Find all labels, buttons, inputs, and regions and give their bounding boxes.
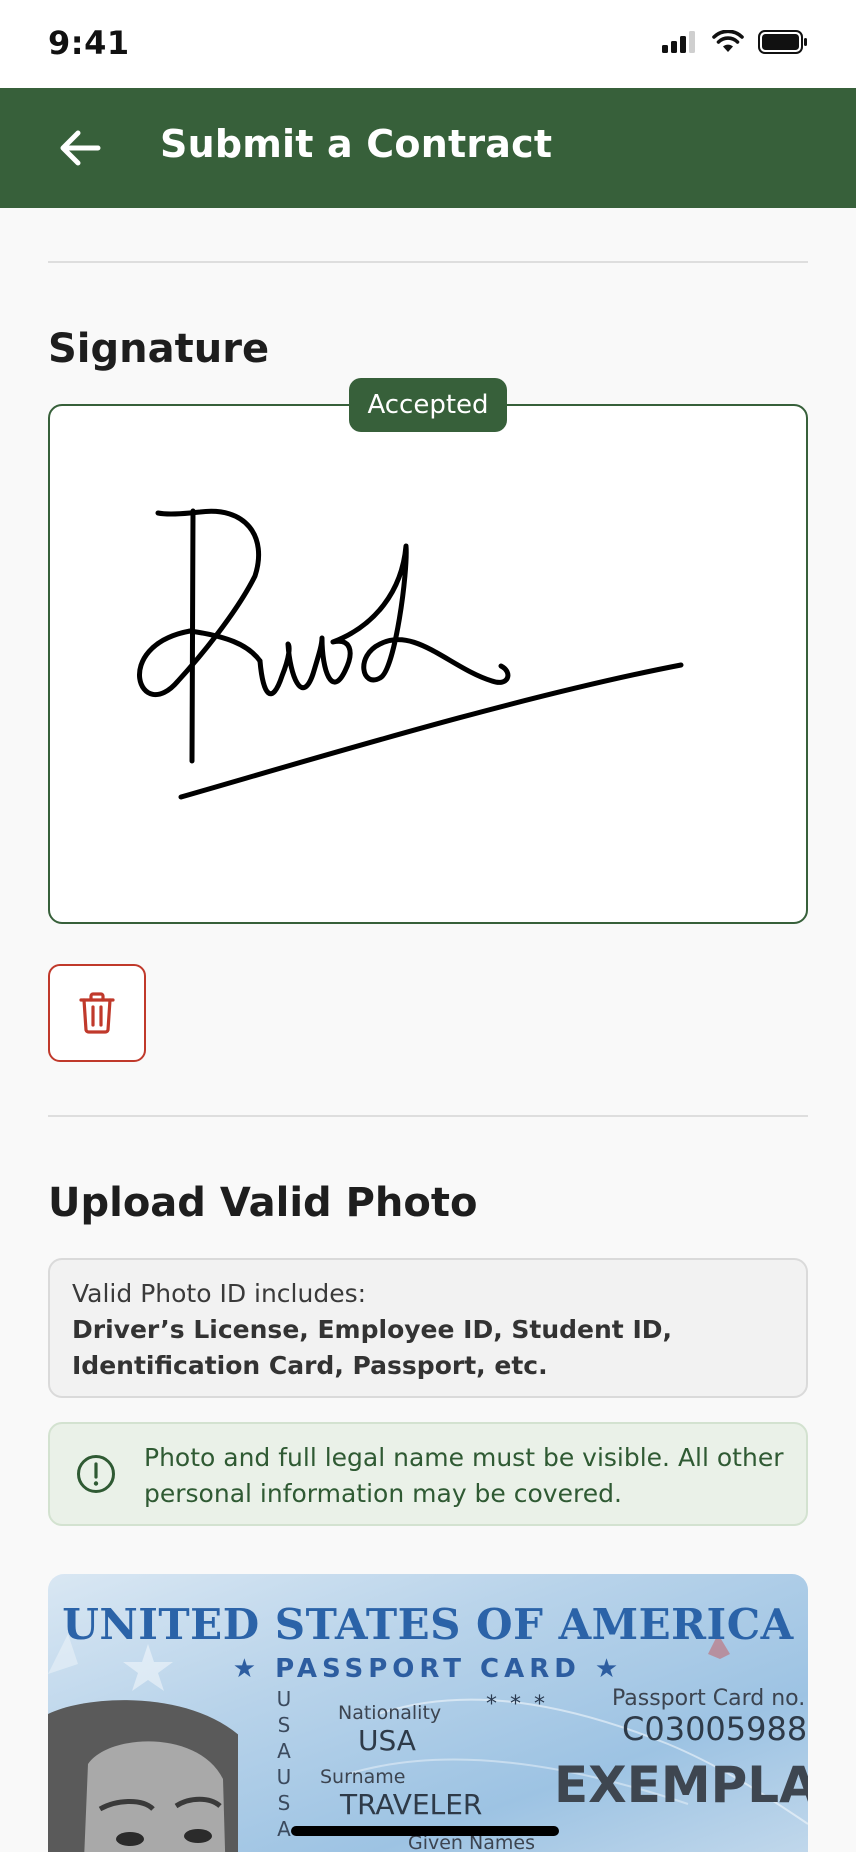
signature-drawing	[137, 508, 684, 800]
status-icons	[662, 30, 808, 54]
back-button[interactable]	[46, 114, 114, 182]
surname-value: TRAVELER	[340, 1788, 483, 1821]
card-number-label: Passport Card no.	[612, 1686, 806, 1711]
signature-heading: Signature	[48, 326, 270, 372]
photo-notice-text: Photo and full legal name must be visibl…	[144, 1443, 784, 1508]
upload-heading: Upload Valid Photo	[48, 1180, 478, 1226]
signature-pad[interactable]	[48, 404, 808, 924]
battery-icon	[758, 30, 807, 54]
vertical-usa-text: USAUSA	[276, 1687, 292, 1841]
photo-notice: Photo and full legal name must be visibl…	[48, 1422, 808, 1526]
page-title: Submit a Contract	[160, 122, 553, 166]
card-type: ★ PASSPORT CARD ★	[232, 1654, 624, 1684]
card-country: UNITED STATES OF AMERICA	[62, 1600, 794, 1649]
arrow-left-icon	[60, 130, 101, 166]
status-bar: 9:41	[0, 0, 856, 88]
valid-id-label: Valid Photo ID includes:	[72, 1279, 367, 1308]
nationality-label: Nationality	[338, 1702, 442, 1724]
trash-icon	[79, 992, 115, 1034]
exclamation-circle-icon	[77, 1455, 115, 1493]
delete-signature-button[interactable]	[48, 964, 146, 1062]
home-indicator	[291, 1826, 559, 1836]
id-card-image[interactable]: UNITED STATES OF AMERICA ★ PASSPORT CARD…	[48, 1574, 808, 1852]
wifi-icon	[712, 30, 744, 52]
card-number-value: C03005988	[622, 1710, 808, 1748]
divider-top	[48, 261, 808, 263]
status-badge: Accepted	[349, 378, 507, 432]
portrait-photo	[48, 1700, 238, 1852]
exemplar-watermark: EXEMPLAR	[554, 1756, 808, 1814]
surname-label: Surname	[320, 1766, 406, 1788]
app-bar: Submit a Contract	[0, 88, 856, 208]
valid-id-info: Valid Photo ID includes: Driver’s Licens…	[48, 1258, 808, 1398]
nationality-value: USA	[358, 1724, 416, 1757]
divider-middle	[48, 1115, 808, 1117]
card-stars: * * *	[486, 1692, 548, 1717]
status-time: 9:41	[48, 24, 130, 62]
valid-id-types: Driver’s License, Employee ID, Student I…	[72, 1315, 673, 1380]
cellular-signal-icon	[662, 31, 695, 53]
